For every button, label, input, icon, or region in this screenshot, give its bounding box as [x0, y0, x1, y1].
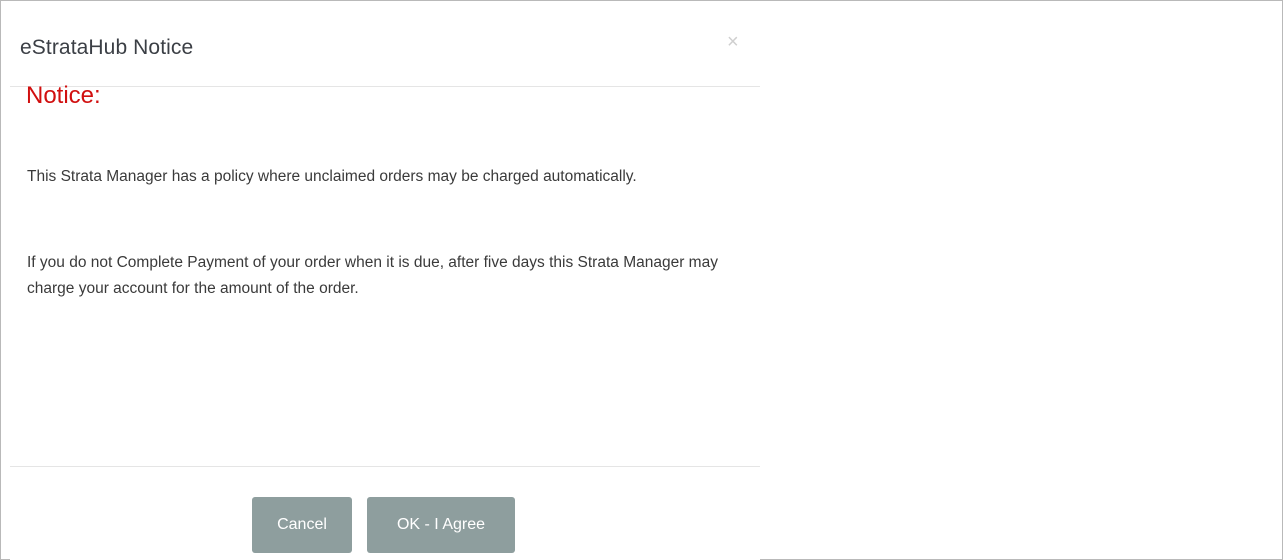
notice-heading: Notice: — [26, 82, 101, 109]
close-icon[interactable]: × — [727, 32, 739, 52]
dialog-header: eStrataHub Notice × — [10, 10, 760, 87]
cancel-button[interactable]: Cancel — [252, 497, 352, 553]
payment-paragraph: If you do not Complete Payment of your o… — [27, 254, 718, 297]
dialog-title: eStrataHub Notice — [20, 36, 194, 59]
footer-divider — [10, 466, 760, 467]
policy-paragraph: This Strata Manager has a policy where u… — [27, 168, 637, 185]
agree-button[interactable]: OK - I Agree — [367, 497, 515, 553]
notice-dialog: eStrataHub Notice × Notice: This Strata … — [10, 10, 760, 560]
